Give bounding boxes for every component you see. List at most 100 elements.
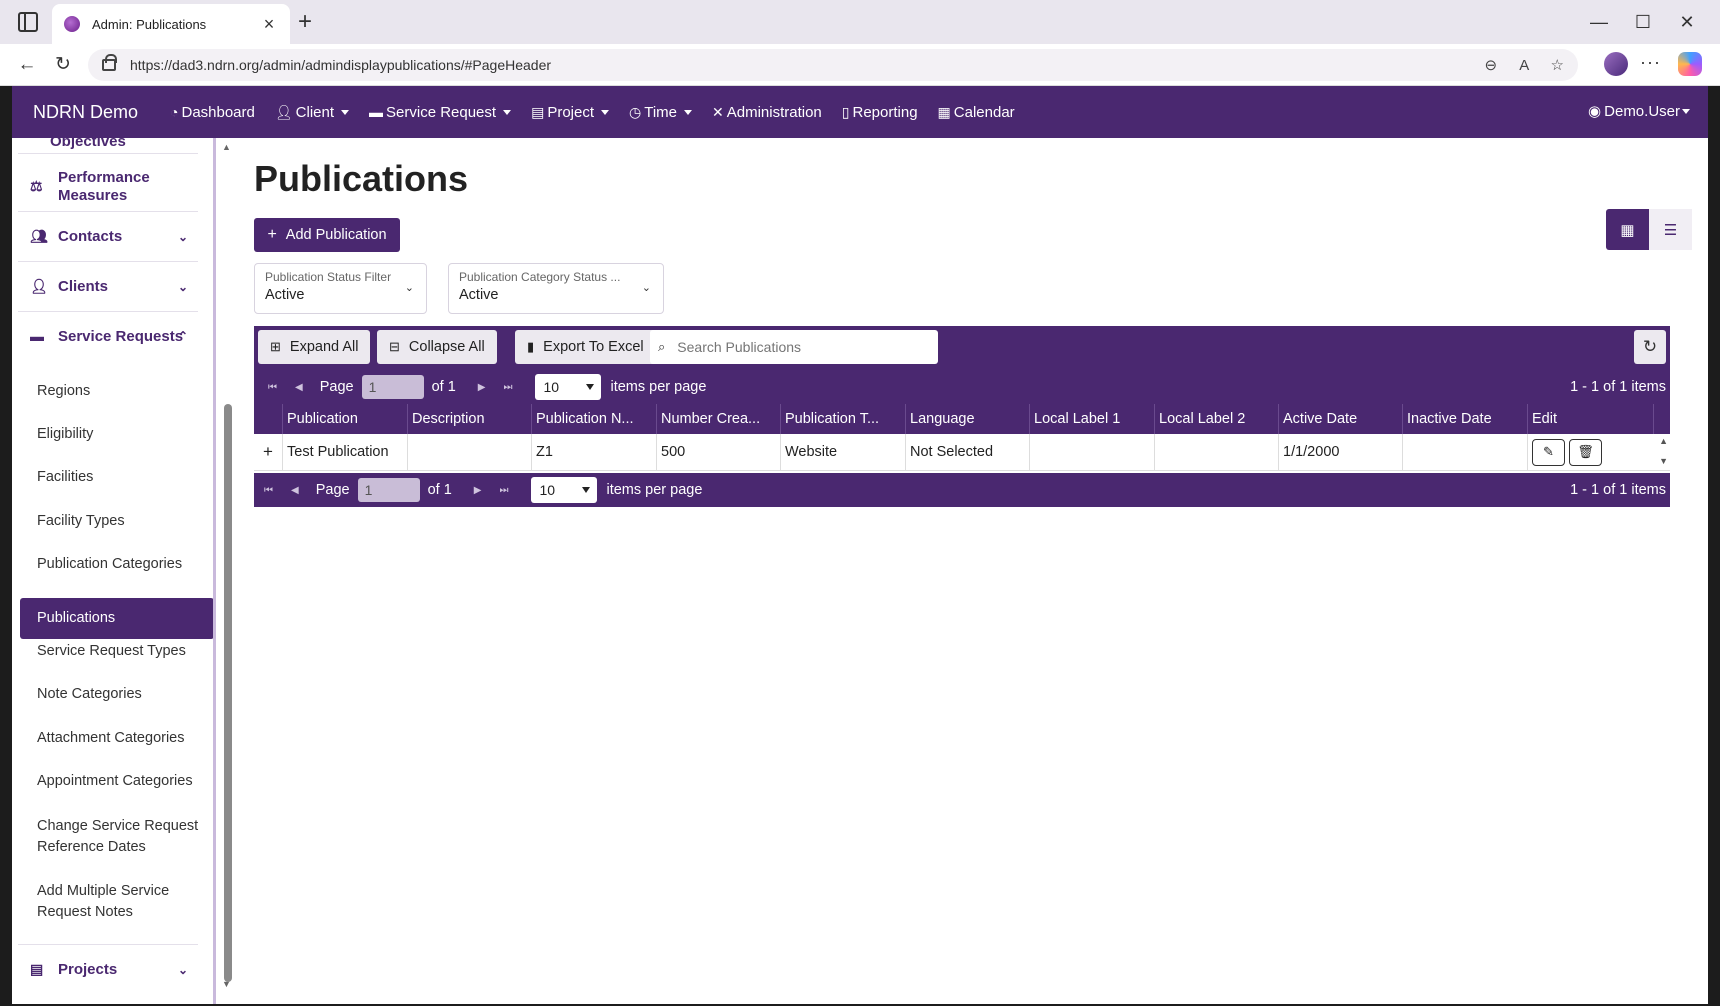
url-text: https://dad3.ndrn.org/admin/admindisplay… bbox=[130, 57, 552, 73]
page-title: Publications bbox=[254, 158, 469, 199]
sidebar-item-attachment-categories[interactable]: Attachment Categories bbox=[20, 728, 213, 749]
profile-avatar[interactable] bbox=[1604, 52, 1628, 76]
copilot-icon[interactable] bbox=[1678, 52, 1702, 76]
minimize-icon[interactable]: — bbox=[1584, 8, 1614, 36]
page-number-input[interactable]: 1 bbox=[361, 375, 424, 399]
grid-scroll-down-icon[interactable]: ▼ bbox=[1659, 456, 1668, 466]
tab-close-icon[interactable]: × bbox=[260, 14, 278, 35]
user-menu[interactable]: ◉ Demo.User bbox=[1588, 102, 1690, 120]
address-bar: ← ↻ https://dad3.ndrn.org/admin/admindis… bbox=[0, 44, 1720, 86]
window-close-icon[interactable]: ✕ bbox=[1672, 8, 1702, 36]
sidebar-item-appointment-categories[interactable]: Appointment Categories bbox=[20, 771, 213, 792]
search-input[interactable] bbox=[677, 339, 918, 355]
cell-local-label-2 bbox=[1155, 434, 1279, 470]
caret-down-icon bbox=[503, 109, 512, 115]
sidebar-group-contacts[interactable]: 👥︎ Contacts ⌄ bbox=[18, 212, 198, 262]
column-header[interactable]: Description bbox=[408, 404, 532, 434]
column-header[interactable]: Active Date bbox=[1279, 404, 1403, 434]
list-view-icon[interactable]: ☰ bbox=[1649, 209, 1692, 250]
last-page-icon[interactable]: ⏭ bbox=[503, 382, 512, 393]
chevron-down-icon: ⌄ bbox=[177, 279, 188, 294]
sidebar-group-projects[interactable]: ▤ Projects ⌄ bbox=[18, 944, 198, 994]
expand-row-icon[interactable]: + bbox=[254, 434, 283, 470]
app-window: NDRN Demo ◔ Dashboard 👤︎ Client ▬ Service R… bbox=[12, 86, 1708, 1004]
tab-sidebar-icon[interactable] bbox=[18, 12, 38, 32]
sidebar-item-publication-categories[interactable]: Publication Categories bbox=[20, 554, 213, 575]
nav-reporting[interactable]: ▯ Reporting bbox=[842, 104, 918, 121]
user-icon: 👤︎ bbox=[30, 278, 48, 294]
cell-language: Not Selected bbox=[906, 434, 1030, 470]
nav-service-request[interactable]: ▬ Service Request bbox=[369, 104, 512, 121]
tools-icon: ✕ bbox=[712, 103, 724, 120]
sidebar-item-objectives[interactable]: Objectives bbox=[18, 138, 198, 154]
more-options-icon[interactable]: ··· bbox=[1640, 52, 1661, 73]
new-tab-icon[interactable]: + bbox=[298, 8, 312, 36]
browser-tab[interactable]: Admin: Publications × bbox=[52, 4, 290, 44]
sidebar-item-change-reference-dates[interactable]: Change Service Request Reference Dates bbox=[20, 814, 213, 859]
expand-all-button[interactable]: ⊞ Expand All bbox=[258, 330, 371, 364]
sidebar-item-service-request-types[interactable]: Service Request Types bbox=[20, 641, 213, 662]
column-header[interactable]: Local Label 2 bbox=[1155, 404, 1279, 434]
nav-calendar[interactable]: ▦ Calendar bbox=[938, 104, 1015, 121]
maximize-icon[interactable]: ☐ bbox=[1628, 8, 1658, 36]
nav-dashboard[interactable]: ◔ Dashboard bbox=[170, 104, 255, 121]
plus-icon: + bbox=[267, 226, 277, 243]
publication-category-status-filter[interactable]: Publication Category Status ... Active ⌄ bbox=[448, 263, 664, 314]
nav-client[interactable]: 👤︎ Client bbox=[274, 103, 350, 121]
brand-name[interactable]: NDRN Demo bbox=[33, 102, 138, 123]
favorite-star-icon[interactable]: ☆ bbox=[1551, 57, 1564, 74]
sidebar-item-eligibility[interactable]: Eligibility bbox=[20, 424, 213, 445]
column-header[interactable]: Publication T... bbox=[781, 404, 906, 434]
items-per-page-select[interactable]: 10 bbox=[531, 477, 598, 503]
add-publication-button[interactable]: + Add Publication bbox=[254, 218, 400, 252]
export-to-excel-button[interactable]: ▮ Export To Excel bbox=[515, 330, 656, 364]
nav-administration[interactable]: ✕ Administration bbox=[712, 104, 822, 121]
page-number-input[interactable]: 1 bbox=[357, 478, 420, 502]
first-page-icon[interactable]: ⏮ bbox=[268, 382, 277, 393]
next-page-icon[interactable]: ▶ bbox=[478, 382, 486, 393]
last-page-icon[interactable]: ⏭ bbox=[499, 485, 508, 496]
reload-icon[interactable]: ↻ bbox=[50, 52, 76, 78]
column-header[interactable]: Local Label 1 bbox=[1030, 404, 1155, 434]
back-icon[interactable]: ← bbox=[14, 52, 40, 78]
scroll-down-icon[interactable]: ▼ bbox=[222, 979, 231, 989]
nav-time[interactable]: ◷ Time bbox=[629, 104, 692, 121]
grid-scroll-up-icon[interactable]: ▲ bbox=[1659, 436, 1668, 446]
prev-page-icon[interactable]: ◀ bbox=[295, 382, 303, 393]
url-field[interactable]: https://dad3.ndrn.org/admin/admindisplay… bbox=[88, 49, 1578, 81]
collapse-all-button[interactable]: ⊟ Collapse All bbox=[377, 330, 497, 364]
trash-icon[interactable]: 🗑︎ bbox=[1569, 438, 1602, 466]
header-expand-cell bbox=[254, 404, 283, 434]
sidebar-item-note-categories[interactable]: Note Categories bbox=[20, 684, 213, 705]
refresh-icon[interactable]: ↻ bbox=[1634, 330, 1666, 364]
sidebar-group-clients[interactable]: 👤︎ Clients ⌄ bbox=[18, 262, 198, 312]
caret-down-icon bbox=[684, 109, 692, 115]
grid-view-icon[interactable]: ▦ bbox=[1606, 209, 1649, 250]
next-page-icon[interactable]: ▶ bbox=[474, 485, 482, 496]
dashboard-icon: ◔ bbox=[170, 104, 179, 120]
sidebar-scroll-thumb[interactable] bbox=[224, 404, 232, 982]
sidebar-item-add-multiple-notes[interactable]: Add Multiple Service Request Notes bbox=[20, 879, 213, 924]
sidebar-item-regions[interactable]: Regions bbox=[20, 381, 213, 402]
user-icon: 👤︎ bbox=[274, 103, 293, 120]
sidebar-item-facilities[interactable]: Facilities bbox=[20, 467, 213, 488]
clipboard-icon: ▤ bbox=[30, 961, 44, 977]
column-header[interactable]: Publication bbox=[283, 404, 408, 434]
scroll-up-icon[interactable]: ▲ bbox=[222, 142, 231, 152]
column-header[interactable]: Number Crea... bbox=[657, 404, 781, 434]
sidebar-item-publications[interactable]: Publications bbox=[20, 598, 213, 639]
read-aloud-icon[interactable]: A bbox=[1519, 57, 1528, 74]
column-header[interactable]: Inactive Date bbox=[1403, 404, 1528, 434]
sidebar-item-facility-types[interactable]: Facility Types bbox=[20, 511, 213, 532]
first-page-icon[interactable]: ⏮ bbox=[264, 485, 273, 496]
publication-status-filter[interactable]: Publication Status Filter Active ⌄ bbox=[254, 263, 427, 314]
prev-page-icon[interactable]: ◀ bbox=[291, 485, 299, 496]
sidebar-group-performance-measures[interactable]: ⚖ Performance Measures bbox=[18, 162, 198, 212]
edit-icon[interactable]: ✎ bbox=[1532, 438, 1565, 466]
nav-project[interactable]: ▤ Project bbox=[531, 104, 609, 121]
sidebar-group-service-requests[interactable]: ▬ Service Requests ⌃ bbox=[18, 312, 198, 360]
items-per-page-select[interactable]: 10 bbox=[535, 374, 602, 400]
column-header[interactable]: Publication N... bbox=[532, 404, 657, 434]
column-header[interactable]: Language bbox=[906, 404, 1030, 434]
zoom-icon[interactable]: ⊖ bbox=[1484, 57, 1497, 74]
